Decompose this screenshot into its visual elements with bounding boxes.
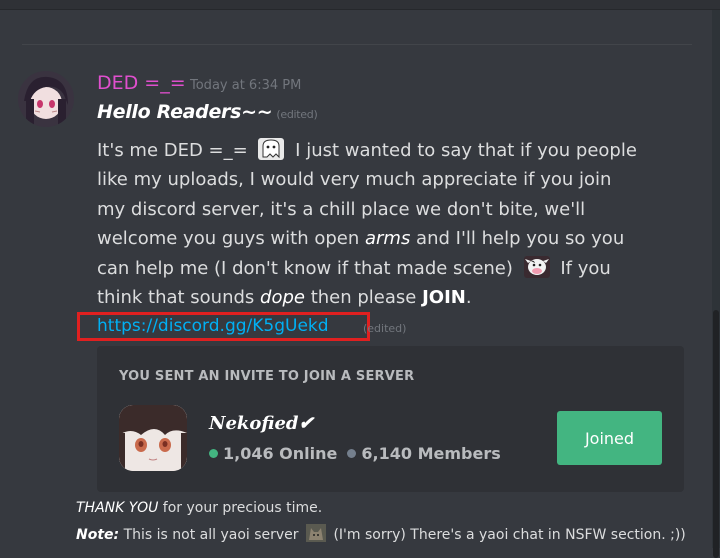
message-body-line: think that sounds dope then please JOIN. bbox=[97, 283, 677, 312]
emphasis-text: JOIN bbox=[422, 286, 466, 308]
body-text-segment: can help me (I don't know if that made s… bbox=[97, 257, 519, 279]
message-body-line: It's me DED =_= I just wanted to say tha… bbox=[97, 136, 677, 165]
link-edited-label: (edited) bbox=[363, 322, 407, 335]
message-body-line: my discord server, it's a chill place we… bbox=[97, 195, 677, 224]
footer-note: Note: This is not all yaoi server (I'm s… bbox=[76, 524, 686, 543]
body-text-segment: It's me DED =_= bbox=[97, 140, 254, 161]
body-text-segment: welcome you guys with open bbox=[97, 228, 365, 250]
body-text-segment: like my uploads, I would very much appre… bbox=[97, 169, 612, 191]
message-body-line: welcome you guys with open arms and I'll… bbox=[97, 224, 677, 253]
message-timestamp: Today at 6:34 PM bbox=[190, 78, 302, 93]
joined-button[interactable]: Joined bbox=[557, 411, 662, 465]
member-dot-icon bbox=[347, 449, 357, 458]
cow-emoji-icon bbox=[523, 255, 551, 279]
body-text-segment: think that sounds bbox=[97, 286, 261, 308]
body-text-segment: then please bbox=[304, 286, 423, 308]
thanks-rest: for your precious time. bbox=[158, 500, 323, 516]
server-name[interactable]: Nekofied✔ bbox=[209, 413, 314, 434]
server-stats: 1,046 Online 6,140 Members bbox=[209, 444, 501, 463]
note-text-1: This is not all yaoi server bbox=[119, 527, 303, 543]
message-body-line: like my uploads, I would very much appre… bbox=[97, 165, 677, 194]
member-count: 6,140 Members bbox=[361, 444, 501, 463]
message-divider bbox=[22, 44, 692, 45]
ghost-emoji-icon bbox=[257, 137, 285, 161]
body-text-segment: I just wanted to say that if you people bbox=[289, 140, 637, 161]
footer-thanks: THANK YOU for your precious time. bbox=[76, 500, 322, 516]
thanks-emphasis: THANK YOU bbox=[76, 500, 159, 516]
message-body: It's me DED =_= I just wanted to say tha… bbox=[97, 136, 677, 312]
message-headline: Hello Readers~~ (edited) bbox=[97, 101, 318, 123]
top-bar bbox=[0, 0, 720, 10]
scrollbar-thumb[interactable] bbox=[713, 310, 719, 558]
user-avatar[interactable] bbox=[18, 71, 74, 127]
headline-text: Hello Readers~~ bbox=[97, 101, 273, 123]
emphasis-text: dope bbox=[260, 286, 305, 308]
online-dot-icon bbox=[209, 449, 218, 458]
invite-link[interactable]: https://discord.gg/K5gUekd bbox=[97, 316, 329, 336]
message-body-line: can help me (I don't know if that made s… bbox=[97, 254, 677, 283]
server-icon[interactable] bbox=[119, 405, 187, 471]
edited-label: (edited) bbox=[276, 108, 318, 121]
cat-emoji-icon bbox=[306, 524, 326, 542]
server-invite-card: YOU SENT AN INVITE TO JOIN A SERVER Neko… bbox=[97, 346, 684, 492]
scrollbar[interactable] bbox=[712, 10, 720, 558]
note-text-2: (I'm sorry) There's a yaoi chat in NSFW … bbox=[329, 527, 686, 543]
invite-header: YOU SENT AN INVITE TO JOIN A SERVER bbox=[119, 369, 415, 384]
username[interactable]: DED =_= bbox=[97, 72, 186, 94]
body-text-segment: and I'll help you so you bbox=[410, 228, 625, 250]
note-label: Note: bbox=[76, 527, 120, 543]
online-count: 1,046 Online bbox=[223, 444, 338, 463]
emphasis-text: arms bbox=[364, 228, 411, 250]
body-text-segment: my discord server, it's a chill place we… bbox=[97, 198, 586, 220]
body-text-segment: If you bbox=[554, 257, 611, 279]
body-text-segment: . bbox=[465, 286, 472, 308]
